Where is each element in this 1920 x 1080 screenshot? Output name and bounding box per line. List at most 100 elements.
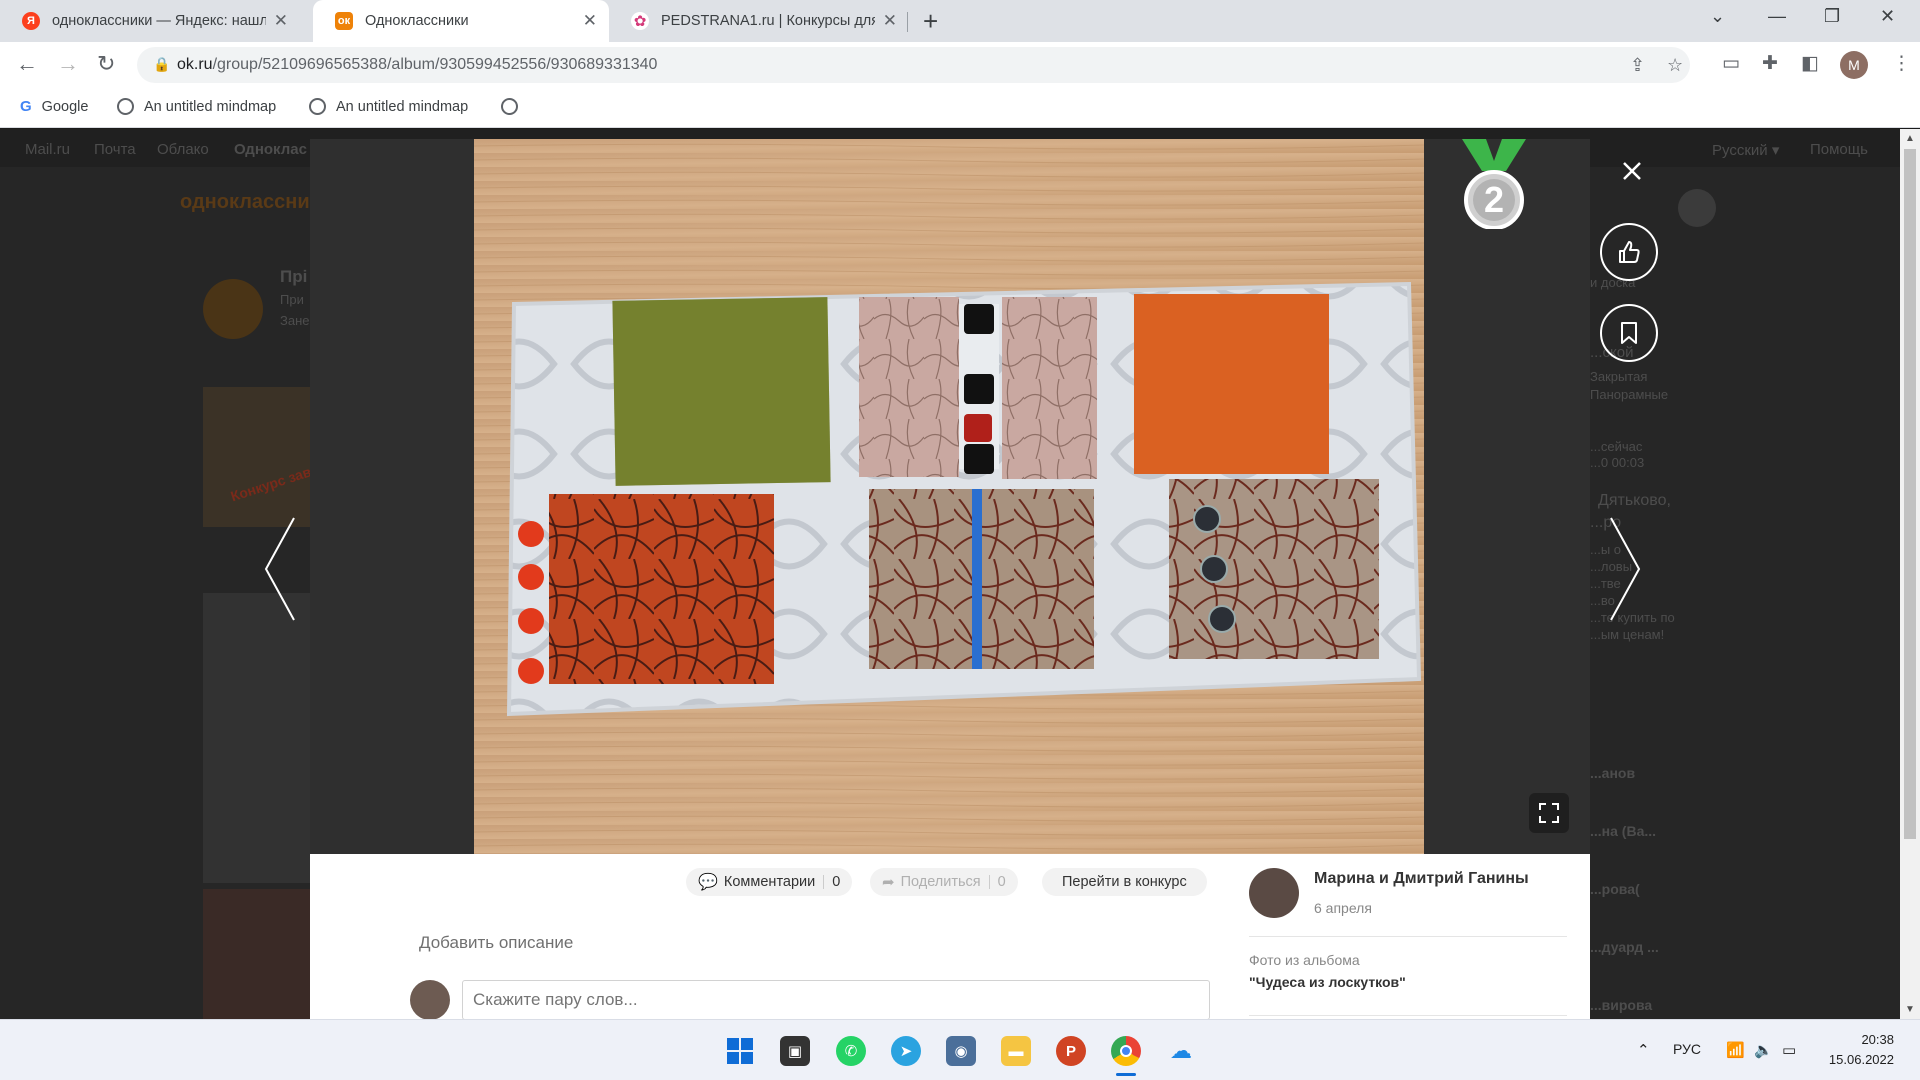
battery-icon[interactable]: ▭ [1782,1041,1796,1059]
yandex-icon: Я [22,12,40,30]
close-window-button[interactable]: ✕ [1880,6,1895,27]
comments-count: 0 [832,874,841,890]
group-text-fragment: При [280,292,304,307]
pedstrana-icon: ✿ [631,12,649,30]
group-text-fragment: Зане [280,313,310,328]
bookmark-star-icon[interactable]: ☆ [1667,55,1683,76]
bookmark-untitled[interactable] [501,98,528,115]
tab-odnoklassniki[interactable]: ок Одноклассники ✕ [313,0,609,42]
user-avatar [1678,189,1716,227]
new-tab-button[interactable]: + [923,6,938,37]
comment-input[interactable] [462,980,1210,1020]
telegram-icon[interactable]: ➤ [891,1036,921,1066]
google-icon: G [20,98,32,115]
volume-icon[interactable]: 🔈 [1754,1041,1773,1059]
friend-name-fragment: ...рова( [1590,881,1640,897]
back-icon[interactable]: ← [16,51,38,77]
menu-icon[interactable]: ⋮ [1892,52,1911,75]
whatsapp-icon[interactable]: ✆ [836,1036,866,1066]
scroll-down-icon[interactable]: ▼ [1905,1004,1915,1015]
album-name[interactable]: "Чудеса из лоскутков" [1249,974,1406,990]
topnav-mail: Почта [94,141,136,158]
forward-icon[interactable]: → [57,51,79,77]
album-photo[interactable] [474,139,1424,854]
fullscreen-button[interactable] [1529,793,1569,833]
zoom-icon[interactable]: ◉ [946,1036,976,1066]
group-avatar [203,279,263,339]
bookmark-google[interactable]: G Google [20,98,88,115]
help-link: Помощь [1810,141,1868,158]
topnav-cloud: Облако [157,141,209,158]
friend-name-fragment: ...вирова [1590,997,1653,1013]
commenter-avatar [410,980,450,1020]
weather-icon[interactable]: ☁ [1166,1036,1196,1066]
scroll-up-icon[interactable]: ▲ [1905,133,1915,144]
windows-start-icon[interactable] [725,1036,755,1066]
button-red [518,521,544,547]
chrome-icon[interactable] [1111,1036,1141,1066]
prev-photo-icon[interactable] [260,514,300,624]
reload-icon[interactable]: ↻ [97,51,115,77]
task-view-icon[interactable]: ▣ [780,1036,810,1066]
button-red [518,564,544,590]
bookmark-label: An untitled mindmap [144,98,277,115]
side-panel-icon[interactable]: ◧ [1801,52,1819,75]
clock-date[interactable]: 15.06.2022 [1826,1052,1894,1067]
windows-taskbar: ▣ ✆ ➤ ◉ ▬ P ☁ ⌃ РУС 📶 🔈 ▭ 20:38 15.06.20… [0,1019,1920,1080]
button-red [518,608,544,634]
bookmarks-bar: G Google An untitled mindmap An untitled… [0,88,1920,128]
bookmark-mindmap-1[interactable]: An untitled mindmap [117,98,276,115]
next-photo-icon[interactable] [1605,514,1645,624]
globe-icon [501,98,518,115]
friend-name-fragment: ...анов [1590,765,1636,781]
author-avatar[interactable] [1249,868,1299,918]
address-bar[interactable]: 🔒 ok.ru/group/52109696565388/album/93059… [137,47,1690,83]
extensions-icon[interactable]: ✚ [1762,52,1778,75]
url-text[interactable]: ok.ru/group/52109696565388/album/9305994… [177,56,657,74]
photo-date: 6 апреля [1314,900,1372,916]
tab-pedstrana[interactable]: ✿ PEDSTRANA1.ru | Конкурсы для ✕ [609,0,909,42]
input-language[interactable]: РУС [1673,1041,1701,1057]
buckle [964,304,994,334]
author-name[interactable]: Марина и Дмитрий Ганины [1314,870,1529,888]
medal-place: 2 [1483,179,1505,220]
close-icon[interactable] [1622,161,1642,181]
tab-search-icon[interactable]: ⌄ [1710,6,1725,27]
scrollbar-thumb[interactable] [1904,149,1916,839]
active-app-indicator [1116,1073,1136,1076]
busy-board-photo [474,139,1424,854]
clock-time[interactable]: 20:38 [1826,1032,1894,1047]
like-button[interactable] [1600,223,1658,281]
page-scrollbar[interactable]: ▲ ▼ [1900,129,1920,1019]
buckle [964,374,994,404]
close-tab-icon[interactable]: ✕ [583,11,597,31]
divider [1249,936,1567,937]
go-to-contest-button[interactable]: Перейти в конкурс [1042,868,1207,896]
cast-icon[interactable]: ▭ [1722,52,1740,75]
powerpoint-icon[interactable]: P [1056,1036,1086,1066]
share-icon[interactable]: ⇪ [1630,55,1645,76]
file-explorer-icon[interactable]: ▬ [1001,1036,1031,1066]
bookmark-button[interactable] [1600,304,1658,362]
bookmark-icon [1621,322,1637,344]
tray-overflow-icon[interactable]: ⌃ [1637,1041,1650,1059]
restore-button[interactable]: ❐ [1824,6,1840,27]
share-button[interactable]: ➦ Поделиться 0 [870,868,1018,896]
lock-icon[interactable]: 🔒 [153,56,170,73]
ok-icon: ок [335,12,353,30]
bookmark-mindmap-2[interactable]: An untitled mindmap [309,98,468,115]
tab-yandex[interactable]: Я одноклассники — Яндекс: нашл ✕ [0,0,300,42]
profile-avatar[interactable]: М [1840,51,1868,79]
close-tab-icon[interactable]: ✕ [274,11,288,31]
side-text-fragment: Панорамные [1590,387,1669,402]
share-label: Поделиться [900,874,981,890]
tab-title: Одноклассники [365,13,469,29]
comments-button[interactable]: 💬 Комментарии 0 [686,868,853,896]
fullscreen-icon [1539,803,1559,823]
minimize-button[interactable]: — [1768,6,1786,27]
wifi-icon[interactable]: 📶 [1726,1041,1745,1059]
add-description-link[interactable]: Добавить описание [419,933,573,953]
photo-info-panel: 💬 Комментарии 0 ➦ Поделиться 0 Перейти в… [310,854,1590,1020]
tab-divider [907,12,908,32]
close-tab-icon[interactable]: ✕ [883,11,897,31]
